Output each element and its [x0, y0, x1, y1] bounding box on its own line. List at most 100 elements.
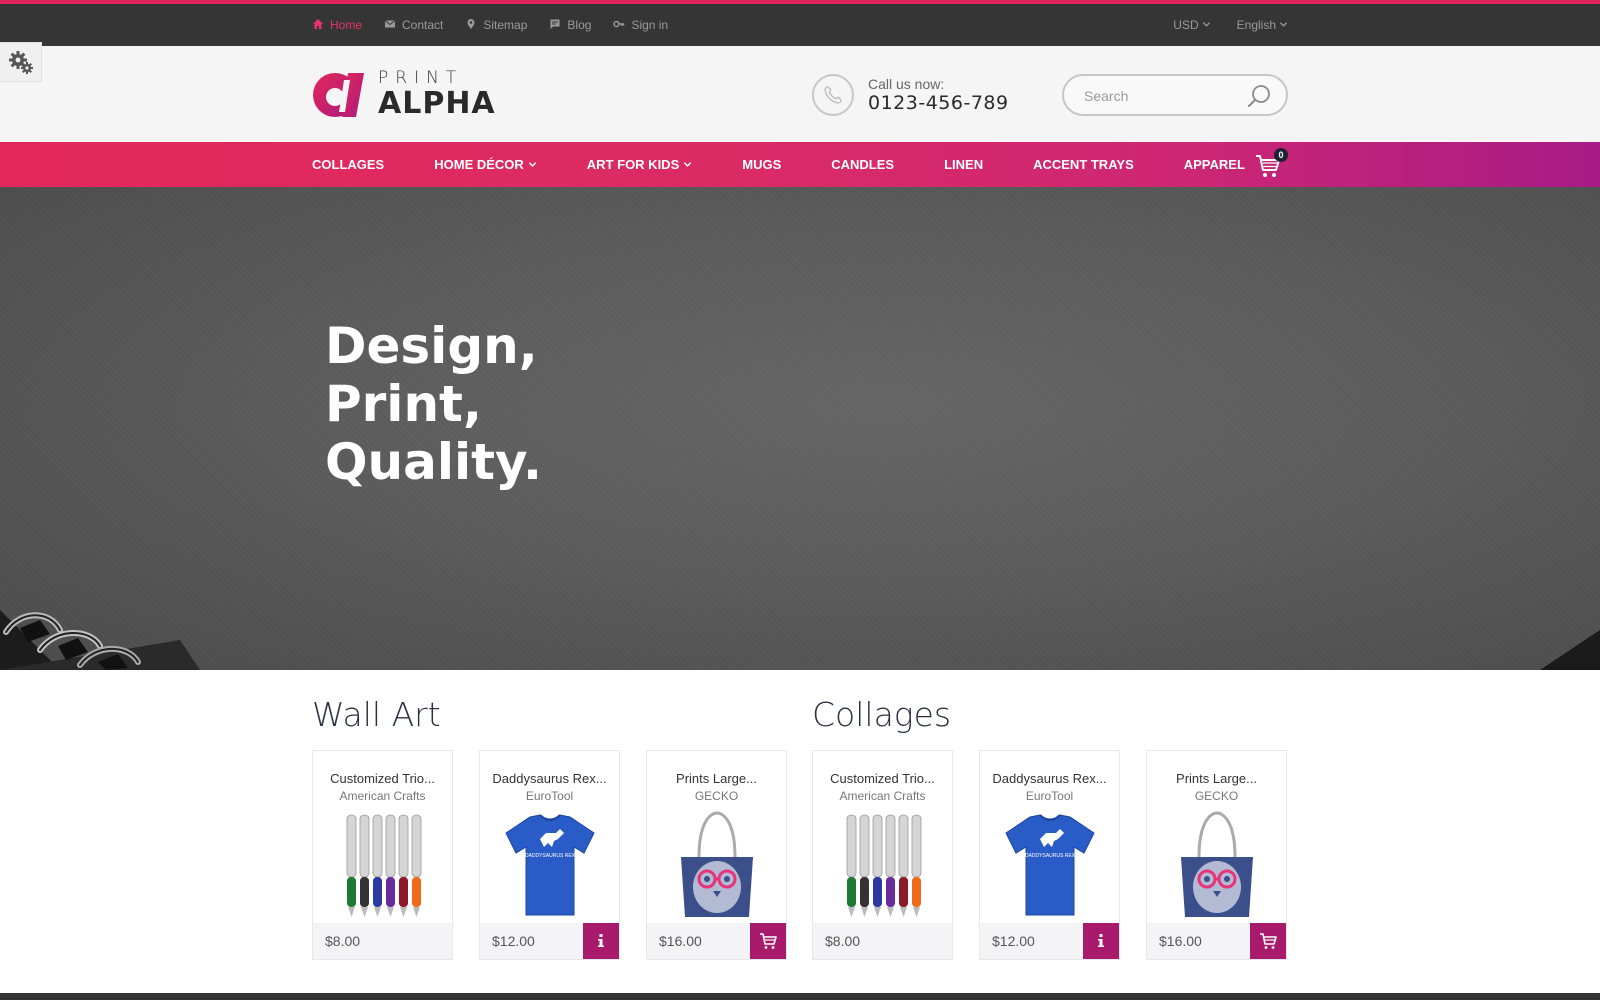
product-name[interactable]: Customized Trio... [813, 771, 952, 786]
product-price: $8.00 [325, 933, 361, 949]
nav-item-accent-trays[interactable]: ACCENT TRAYS [1033, 157, 1134, 172]
nav-item-label: COLLAGES [312, 157, 385, 172]
top-link-signin[interactable]: Sign in [613, 18, 668, 33]
tshirt-print-text: DADDYSAURUS REX [1025, 853, 1076, 859]
language-value: English [1236, 18, 1276, 32]
tote-bag-product-image [681, 811, 753, 917]
footer-strip [0, 993, 1600, 1000]
top-link-label: Sitemap [483, 18, 528, 32]
top-link-label: Home [330, 18, 363, 32]
nav-item-label: HOME DÉCOR [434, 157, 524, 172]
main-nav: COLLAGES HOME DÉCOR ART FOR KIDS MUGS CA… [0, 142, 1600, 187]
product-price: $12.00 [492, 933, 535, 949]
top-link-sitemap[interactable]: Sitemap [465, 18, 527, 33]
product-footer: $8.00 [813, 923, 952, 959]
top-bar: Home Contact Sitemap Blog Sign in USD En… [0, 0, 1600, 46]
product-name[interactable]: Customized Trio... [313, 771, 452, 786]
product-footer: $12.00 [480, 923, 619, 959]
tshirt-product-image: DADDYSAURUS REX [1005, 814, 1095, 916]
key-icon [613, 18, 625, 33]
tshirt-print-text: DADDYSAURUS REX [525, 853, 576, 859]
product-price: $16.00 [1159, 933, 1202, 949]
top-link-contact[interactable]: Contact [384, 18, 443, 33]
search-input[interactable] [1084, 86, 1244, 106]
call-label: Call us now: [868, 76, 945, 92]
top-links: Home Contact Sitemap Blog Sign in [312, 4, 668, 46]
nav-item-mugs[interactable]: MUGS [742, 157, 781, 172]
section-title-collages: Collages [812, 695, 952, 734]
logo-text-bottom: ALPHA [378, 86, 496, 121]
nav-item-collages[interactable]: COLLAGES [312, 157, 384, 172]
home-icon [312, 18, 324, 33]
product-card[interactable]: Prints Large... GECKO $16.00 [646, 750, 787, 960]
cart-count-badge: 0 [1274, 148, 1288, 162]
product-name[interactable]: Prints Large... [647, 771, 786, 786]
chevron-down-icon [1279, 18, 1288, 32]
nav-item-art-for-kids[interactable]: ART FOR KIDS [587, 157, 692, 172]
product-name[interactable]: Daddysaurus Rex... [480, 771, 619, 786]
add-to-cart-button[interactable] [1250, 923, 1286, 959]
tshirt-product-image: DADDYSAURUS REX [505, 814, 595, 916]
product-info-button[interactable] [583, 923, 619, 959]
product-footer: $16.00 [1147, 923, 1286, 959]
top-link-home[interactable]: Home [312, 18, 362, 33]
top-link-label: Blog [567, 18, 592, 32]
product-info-button[interactable] [1083, 923, 1119, 959]
site-header: PRINT ALPHA Call us now: 0123-456-789 [0, 46, 1600, 142]
hero-line: Design, [325, 317, 538, 375]
product-footer: $8.00 [313, 923, 452, 959]
hero-headline: Design, Print, Quality. [325, 317, 542, 491]
product-brand: American Crafts [839, 789, 926, 803]
product-card[interactable]: Prints Large... GECKO $16.00 [1146, 750, 1287, 960]
call-number[interactable]: 0123-456-789 [868, 92, 1009, 114]
product-brand: American Crafts [339, 789, 426, 803]
hero-line: Print, [325, 375, 482, 433]
envelope-icon [384, 18, 396, 33]
product-name[interactable]: Daddysaurus Rex... [980, 771, 1119, 786]
cart-icon [1260, 933, 1277, 949]
logo-text-top: PRINT [378, 68, 464, 88]
top-link-label: Contact [402, 18, 444, 32]
product-price: $12.00 [992, 933, 1035, 949]
chevron-down-icon [1202, 18, 1211, 32]
site-logo[interactable]: PRINT ALPHA [312, 70, 496, 119]
nav-item-apparel[interactable]: APPAREL [1184, 157, 1245, 172]
language-dropdown[interactable]: English [1237, 18, 1288, 32]
search-box [1062, 74, 1288, 116]
nav-item-label: LINEN [944, 157, 984, 172]
currency-dropdown[interactable]: USD [1173, 18, 1210, 32]
gear-icon [8, 51, 33, 74]
phone-icon [812, 74, 854, 116]
product-card[interactable]: Customized Trio... American Crafts $8.00 [312, 750, 453, 960]
product-brand: GECKO [694, 789, 739, 803]
nav-item-label: ACCENT TRAYS [1033, 157, 1134, 172]
cart-button[interactable]: 0 [1254, 148, 1288, 180]
nav-item-label: CANDLES [831, 157, 895, 172]
product-card[interactable]: Daddysaurus Rex... EuroTool DADDYSAURUS … [979, 750, 1120, 960]
nav-item-linen[interactable]: LINEN [944, 157, 983, 172]
product-footer: $16.00 [647, 923, 786, 959]
product-card[interactable]: Customized Trio... American Crafts $8.00 [812, 750, 953, 960]
nav-item-home-decor[interactable]: HOME DÉCOR [434, 157, 537, 172]
nav-item-label: ART FOR KIDS [586, 157, 680, 172]
settings-panel-toggle[interactable] [0, 42, 42, 82]
add-to-cart-button[interactable] [750, 923, 786, 959]
pens-product-image [346, 814, 422, 917]
info-icon [598, 934, 604, 947]
search-icon[interactable] [1246, 83, 1272, 109]
top-link-blog[interactable]: Blog [549, 18, 591, 33]
call-us: Call us now: 0123-456-789 [812, 74, 1009, 116]
info-icon [1098, 934, 1104, 947]
nav-item-label: MUGS [742, 157, 782, 172]
cart-icon [760, 933, 777, 949]
hero-banner: Design, Print, Quality. [0, 187, 1600, 670]
currency-value: USD [1173, 18, 1199, 32]
chevron-down-icon [683, 157, 692, 172]
product-brand: EuroTool [525, 789, 574, 803]
tote-bag-product-image [1181, 811, 1253, 917]
product-card[interactable]: Daddysaurus Rex... EuroTool DADDYSAURUS … [479, 750, 620, 960]
pens-product-image [846, 814, 922, 917]
nav-item-candles[interactable]: CANDLES [831, 157, 894, 172]
product-name[interactable]: Prints Large... [1147, 771, 1286, 786]
corner-shadow-shape [1540, 630, 1600, 670]
